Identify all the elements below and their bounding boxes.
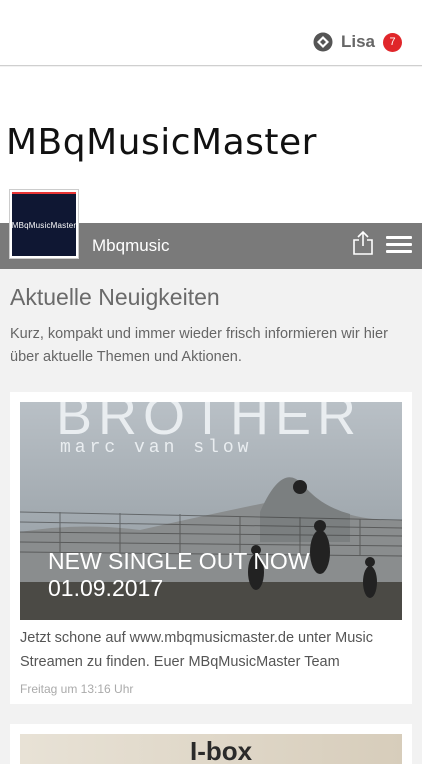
menu-icon-bar [386, 243, 412, 246]
news-card[interactable]: BROTHER marc van slow NEW SINGLE OUT NOW… [10, 392, 412, 704]
news-card-text: Jetzt schone auf www.mbqmusicmaster.de u… [20, 630, 373, 670]
menu-icon-bar [386, 250, 412, 253]
section-heading: Aktuelle Neuigkeiten [10, 284, 220, 310]
news-card-image[interactable]: BROTHER marc van slow NEW SINGLE OUT NOW… [20, 402, 402, 620]
news-card-title: NEW SINGLE OUT NOW 01.09.2017 [48, 548, 310, 601]
news-card-image[interactable]: I-box [20, 734, 402, 764]
notification-badge[interactable]: 7 [383, 32, 402, 52]
user-menu[interactable]: Lisa 7 [313, 32, 402, 52]
avatar[interactable]: MBqMusicMaster [10, 190, 78, 258]
brand-logo: MBqMusicMaster [6, 122, 317, 163]
image-title-text: I-box [190, 736, 253, 764]
avatar-logo-text: MBqMusicMaster [11, 220, 77, 230]
news-section: Aktuelle Neuigkeiten Kurz, kompakt und i… [10, 284, 412, 369]
news-card[interactable]: I-box [10, 724, 412, 764]
news-card-timestamp: Freitag um 13:16 Uhr [20, 682, 134, 696]
menu-icon[interactable] [386, 236, 412, 256]
share-icon[interactable] [352, 230, 374, 256]
top-bar: Lisa 7 [0, 0, 422, 66]
menu-icon-bar [386, 236, 412, 239]
page-title: Mbqmusic [92, 236, 170, 255]
section-intro: Kurz, kompakt und immer wieder frisch in… [10, 326, 388, 365]
avatar-image: MBqMusicMaster [12, 192, 76, 256]
user-name[interactable]: Lisa [341, 32, 375, 52]
image-subtitle-text: marc van slow [60, 438, 252, 458]
app-logo-icon [313, 32, 333, 52]
